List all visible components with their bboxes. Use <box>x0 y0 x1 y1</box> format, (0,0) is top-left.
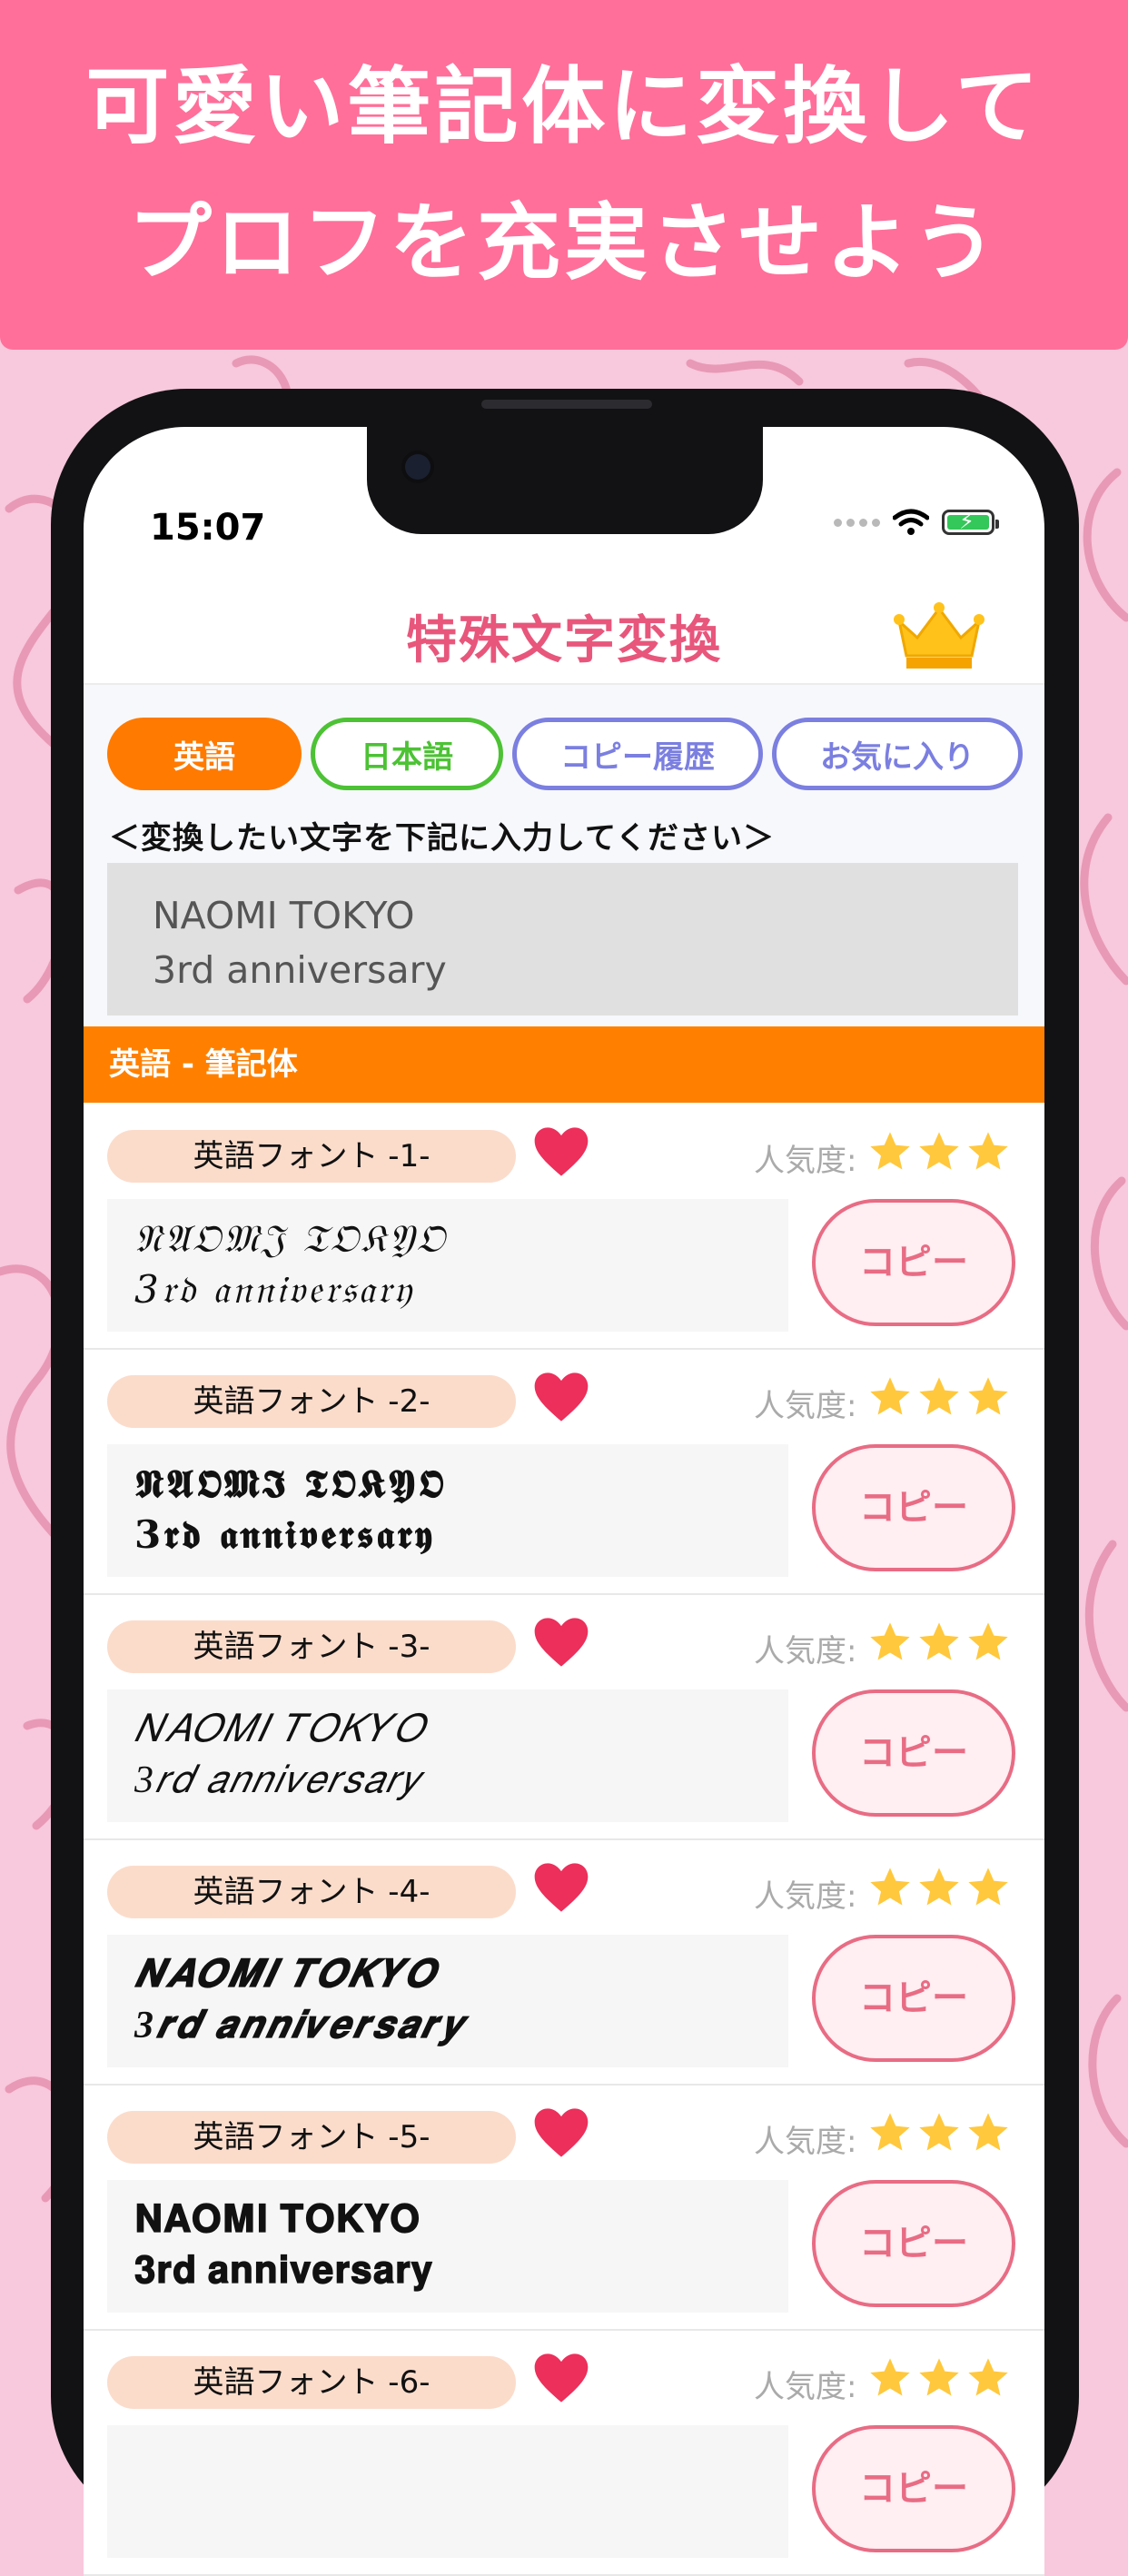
popularity-stars <box>866 1373 1012 1424</box>
heart-icon[interactable] <box>532 1370 590 1424</box>
converted-text-preview <box>107 2425 788 2558</box>
font-name-chip: 英語フォント -5- <box>107 2111 516 2164</box>
font-card: 英語フォント -6- 人気度: コピー <box>84 2331 1044 2576</box>
heart-icon[interactable] <box>532 1860 590 1915</box>
banner-headline-2: プロフを充実させよう <box>127 193 1000 292</box>
popularity-label: 人気度: <box>754 1878 857 1915</box>
input-text-line-2: 3rd anniversary <box>153 948 447 992</box>
status-icons: ⚡ <box>834 509 999 536</box>
converted-text-preview: 𝔑𝔄𝔒𝔐𝔍 𝔗𝔒𝔎𝔜𝔒 3𝔯𝔡 𝔞𝔫𝔫𝔦𝔳𝔢𝔯𝔰𝔞𝔯𝔶 <box>107 1199 788 1332</box>
converted-text-preview: 𝕹𝕬𝕺𝕸𝕴 𝕿𝕺𝕶𝖄𝕺 3𝖗𝖉 𝖆𝖓𝖓𝖎𝖛𝖊𝖗𝖘𝖆𝖗𝖞 <box>107 1444 788 1577</box>
preview-line-1: 𝐍𝐀𝐎𝐌𝐈 𝐓𝐎𝐊𝐘𝐎 <box>134 2199 421 2241</box>
font-card: 英語フォント -5- 人気度: 𝐍𝐀𝐎𝐌𝐈 𝐓𝐎𝐊𝐘𝐎 𝟑𝐫𝐝 𝐚𝐧𝐧𝐢𝐯𝐞𝐫𝐬𝐚𝐫𝐲… <box>84 2086 1044 2331</box>
wifi-icon <box>893 509 929 535</box>
popularity-stars <box>866 1619 1012 1669</box>
star-icon <box>965 1864 1012 1915</box>
copy-button[interactable]: コピー <box>812 1935 1015 2062</box>
signal-icon <box>834 518 880 527</box>
copy-button[interactable]: コピー <box>812 1199 1015 1326</box>
crown-icon[interactable] <box>892 601 986 670</box>
font-card: 英語フォント -1- 人気度: 𝔑𝔄𝔒𝔐𝔍 𝔗𝔒𝔎𝔜𝔒 3𝔯𝔡 𝔞𝔫𝔫𝔦𝔳𝔢𝔯𝔰𝔞𝔯𝔶… <box>84 1105 1044 1350</box>
copy-button[interactable]: コピー <box>812 1444 1015 1571</box>
star-icon <box>915 1128 963 1179</box>
copy-button[interactable]: コピー <box>812 2180 1015 2307</box>
popularity-stars <box>866 2109 1012 2160</box>
preview-line-2: 3𝖗𝖉 𝖆𝖓𝖓𝖎𝖛𝖊𝖗𝖘𝖆𝖗𝖞 <box>134 1512 435 1557</box>
tab-copy-history[interactable]: コピー履歴 <box>512 718 763 790</box>
preview-line-1: 𝔑𝔄𝔒𝔐𝔍 𝔗𝔒𝔎𝔜𝔒 <box>134 1216 448 1261</box>
preview-line-1: 𝑵𝑨𝑶𝑴𝑰 𝑻𝑶𝑲𝒀𝑶 <box>134 1954 438 1996</box>
copy-button[interactable]: コピー <box>812 1689 1015 1817</box>
preview-line-2: 3𝒓𝒅 𝒂𝒏𝒏𝒊𝒗𝒆𝒓𝒔𝒂𝒓𝒚 <box>134 2005 467 2046</box>
star-icon <box>866 2109 914 2160</box>
popularity-label: 人気度: <box>754 1633 857 1669</box>
converted-text-preview: 𝑁𝐴𝑂𝑀𝐼 𝑇𝑂𝐾𝑌𝑂 3𝑟𝑑 𝑎𝑛𝑛𝑖𝑣𝑒𝑟𝑠𝑎𝑟𝑦 <box>107 1689 788 1822</box>
preview-line-2: 𝟑𝐫𝐝 𝐚𝐧𝐧𝐢𝐯𝐞𝐫𝐬𝐚𝐫𝐲 <box>134 2250 433 2292</box>
banner-headline-1: 可愛い筆記体に変換して <box>85 57 1043 155</box>
star-icon <box>866 1373 914 1424</box>
font-card: 英語フォント -4- 人気度: 𝑵𝑨𝑶𝑴𝑰 𝑻𝑶𝑲𝒀𝑶 3𝒓𝒅 𝒂𝒏𝒏𝒊𝒗𝒆𝒓𝒔𝒂𝒓𝒚… <box>84 1840 1044 2086</box>
star-icon <box>866 2354 914 2405</box>
preview-line-2: 3𝑟𝑑 𝑎𝑛𝑛𝑖𝑣𝑒𝑟𝑠𝑎𝑟𝑦 <box>134 1759 421 1801</box>
star-icon <box>866 1864 914 1915</box>
font-card: 英語フォント -3- 人気度: 𝑁𝐴𝑂𝑀𝐼 𝑇𝑂𝐾𝑌𝑂 3𝑟𝑑 𝑎𝑛𝑛𝑖𝑣𝑒𝑟𝑠𝑎𝑟𝑦… <box>84 1595 1044 1840</box>
tab-english[interactable]: 英語 <box>107 718 302 790</box>
popularity-label: 人気度: <box>754 1143 857 1179</box>
preview-line-1: 𝑁𝐴𝑂𝑀𝐼 𝑇𝑂𝐾𝑌𝑂 <box>134 1709 426 1750</box>
star-icon <box>915 1619 963 1669</box>
popularity-label: 人気度: <box>754 2124 857 2160</box>
tab-bar: 英語 日本語 コピー履歴 お気に入り <box>107 718 1023 790</box>
status-time: 15:07 <box>150 507 266 549</box>
popularity-label: 人気度: <box>754 2369 857 2405</box>
popularity-label: 人気度: <box>754 1388 857 1424</box>
star-icon <box>866 1619 914 1669</box>
copy-button[interactable]: コピー <box>812 2425 1015 2552</box>
star-icon <box>915 2354 963 2405</box>
star-icon <box>915 1373 963 1424</box>
star-icon <box>866 1128 914 1179</box>
tab-favorites[interactable]: お気に入り <box>772 718 1023 790</box>
tab-japanese[interactable]: 日本語 <box>311 718 503 790</box>
heart-icon[interactable] <box>532 2351 590 2405</box>
input-text-line-1: NAOMI TOKYO <box>153 894 415 937</box>
popularity-stars <box>866 1864 1012 1915</box>
font-name-chip: 英語フォント -1- <box>107 1130 516 1183</box>
promo-banner: 可愛い筆記体に変換して プロフを充実させよう <box>0 0 1128 350</box>
heart-icon[interactable] <box>532 2105 590 2160</box>
font-card: 英語フォント -2- 人気度: 𝕹𝕬𝕺𝕸𝕴 𝕿𝕺𝕶𝖄𝕺 3𝖗𝖉 𝖆𝖓𝖓𝖎𝖛𝖊𝖗𝖘𝖆𝖗𝖞… <box>84 1350 1044 1595</box>
heart-icon[interactable] <box>532 1125 590 1179</box>
input-instruction: ＜変換したい文字を下記に入力してください＞ <box>109 820 775 857</box>
phone-notch <box>367 427 763 534</box>
preview-line-2: 3𝔯𝔡 𝔞𝔫𝔫𝔦𝔳𝔢𝔯𝔰𝔞𝔯𝔶 <box>134 1267 414 1312</box>
camera-icon <box>405 454 430 480</box>
star-icon <box>965 2354 1012 2405</box>
font-name-chip: 英語フォント -2- <box>107 1375 516 1428</box>
section-header: 英語 - 筆記体 <box>84 1026 1044 1103</box>
heart-icon[interactable] <box>532 1615 590 1669</box>
popularity-stars <box>866 2354 1012 2405</box>
text-input[interactable]: NAOMI TOKYO 3rd anniversary <box>107 863 1018 1016</box>
popularity-stars <box>866 1128 1012 1179</box>
battery-icon: ⚡ <box>942 509 999 535</box>
star-icon <box>915 2109 963 2160</box>
converted-text-preview: 𝑵𝑨𝑶𝑴𝑰 𝑻𝑶𝑲𝒀𝑶 3𝒓𝒅 𝒂𝒏𝒏𝒊𝒗𝒆𝒓𝒔𝒂𝒓𝒚 <box>107 1935 788 2067</box>
font-name-chip: 英語フォント -3- <box>107 1620 516 1673</box>
font-name-chip: 英語フォント -6- <box>107 2356 516 2409</box>
star-icon <box>965 1128 1012 1179</box>
converted-text-preview: 𝐍𝐀𝐎𝐌𝐈 𝐓𝐎𝐊𝐘𝐎 𝟑𝐫𝐝 𝐚𝐧𝐧𝐢𝐯𝐞𝐫𝐬𝐚𝐫𝐲 <box>107 2180 788 2313</box>
star-icon <box>965 1619 1012 1669</box>
phone-speaker <box>481 400 652 409</box>
preview-line-1: 𝕹𝕬𝕺𝕸𝕴 𝕿𝕺𝕶𝖄𝕺 <box>134 1461 447 1506</box>
font-name-chip: 英語フォント -4- <box>107 1866 516 1918</box>
star-icon <box>915 1864 963 1915</box>
star-icon <box>965 2109 1012 2160</box>
star-icon <box>965 1373 1012 1424</box>
